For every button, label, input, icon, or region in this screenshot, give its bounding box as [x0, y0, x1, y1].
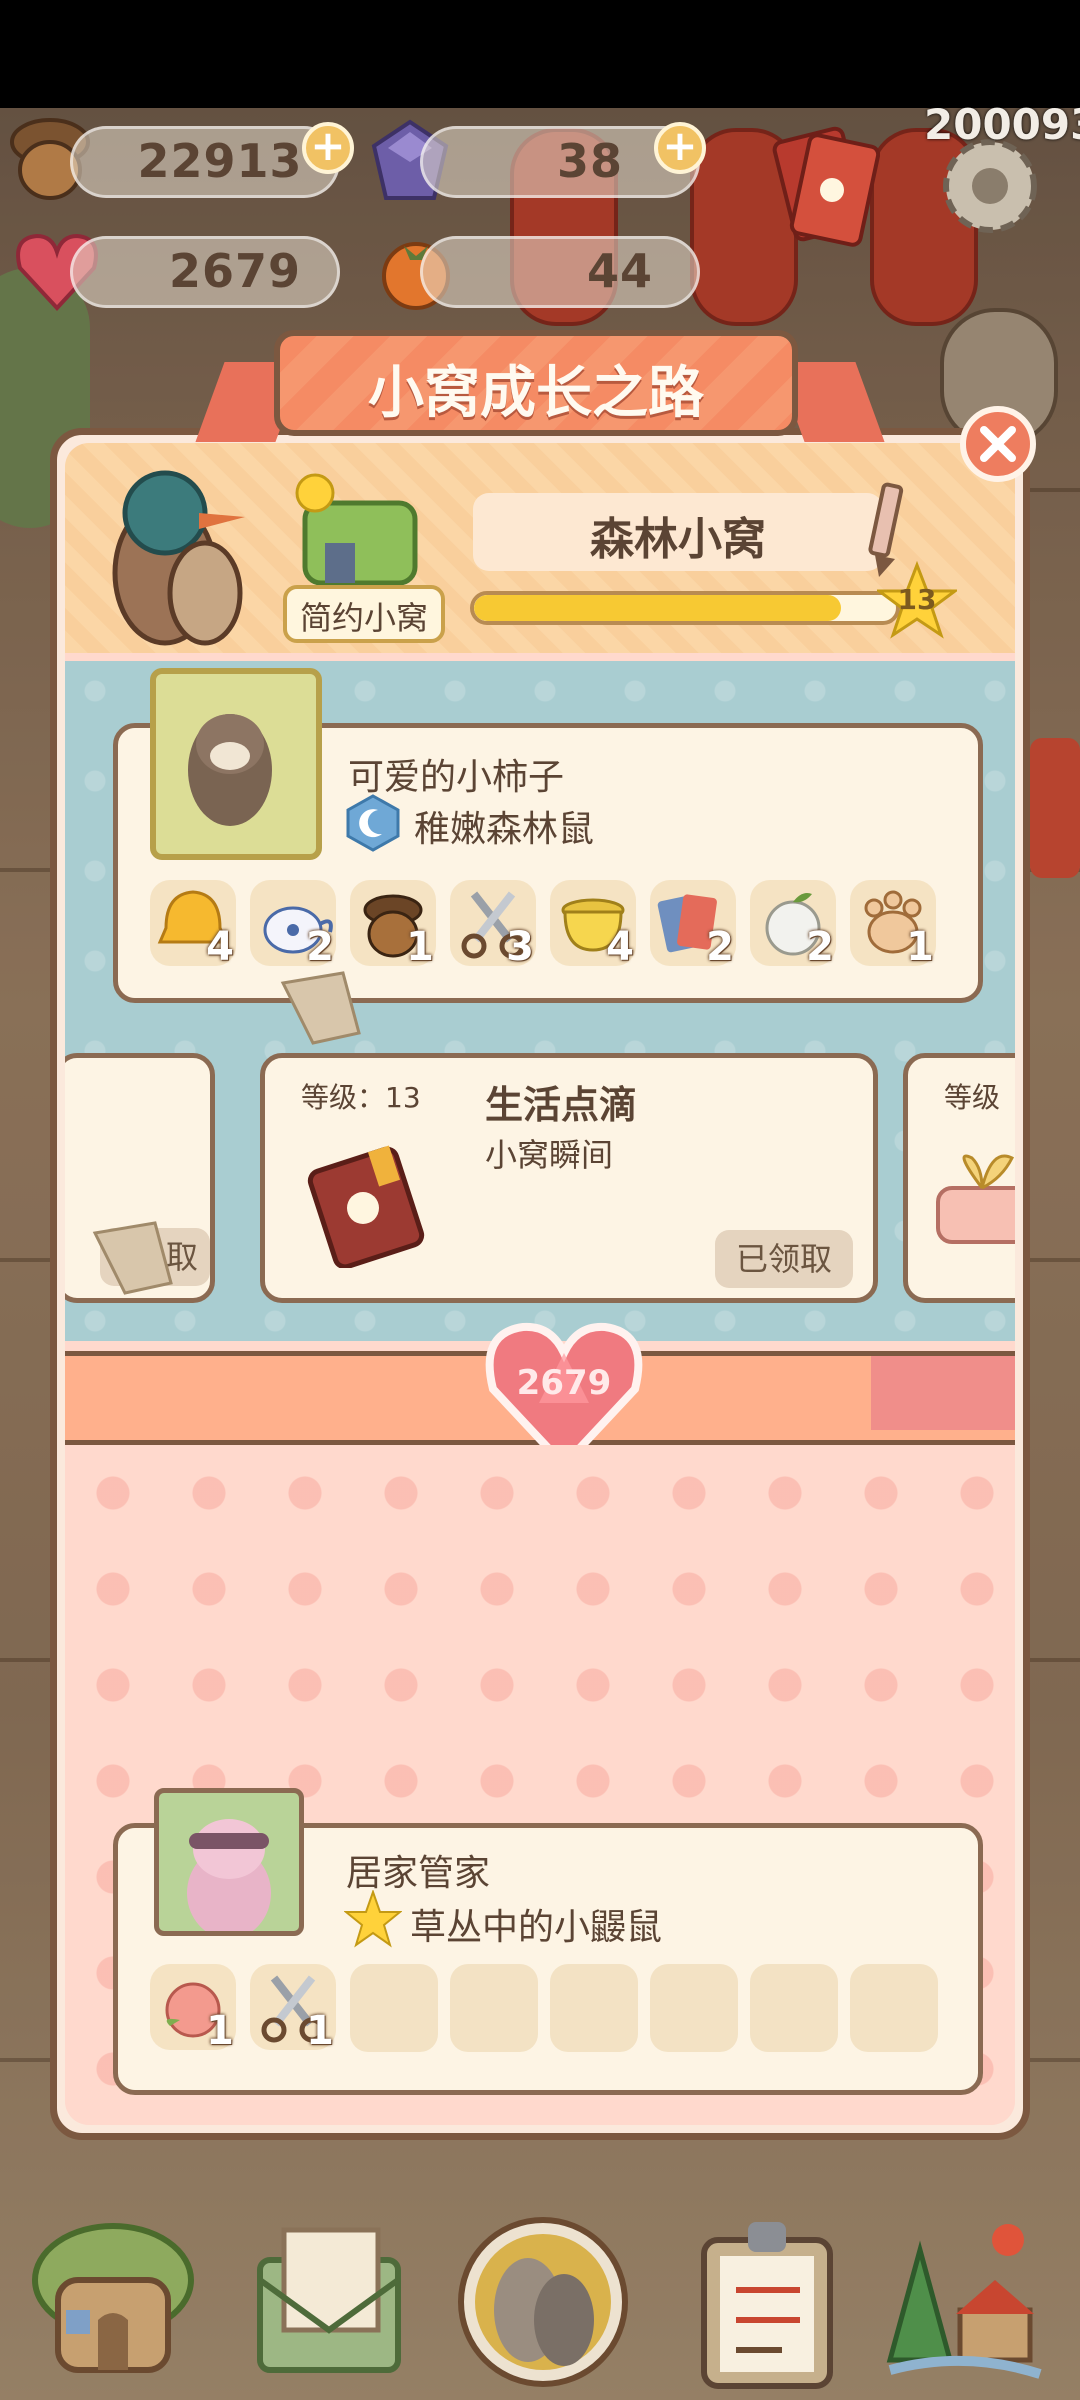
- butler-role: 居家管家: [346, 1853, 491, 1894]
- empty-item-slot: [750, 1964, 838, 2052]
- add-acorns-button[interactable]: +: [302, 122, 354, 174]
- close-icon: [980, 426, 1016, 462]
- item-count: 3: [506, 924, 534, 970]
- bird-mascot-icon: [95, 453, 255, 653]
- empty-item-slot: [850, 1964, 938, 2052]
- add-gems-button[interactable]: +: [654, 122, 706, 174]
- heart-count: 2679: [168, 244, 302, 298]
- friends-circle-icon: [458, 2217, 628, 2387]
- character-rank: 稚嫩森林鼠: [414, 809, 595, 850]
- mole-portrait-icon: [187, 1819, 271, 1939]
- item-slot[interactable]: 1: [250, 1964, 336, 2054]
- paper-tab-icon: [85, 1213, 175, 1303]
- player-id-label: 200093: [924, 100, 1080, 149]
- empty-item-slot: [350, 1964, 438, 2052]
- item-count: 1: [906, 924, 934, 970]
- item-slot[interactable]: 2: [650, 880, 736, 970]
- nav-characters-button[interactable]: [458, 2210, 628, 2390]
- close-button[interactable]: [960, 406, 1036, 482]
- item-slot[interactable]: 2: [750, 880, 836, 970]
- portrait-frame: [150, 668, 322, 860]
- item-slot[interactable]: 1: [350, 880, 436, 970]
- item-slot[interactable]: 4: [150, 880, 236, 970]
- level-card-next[interactable]: 等级: [903, 1053, 1015, 1303]
- clipboard-icon: [701, 2222, 833, 2389]
- gem-count: 38: [556, 134, 623, 188]
- character-name: 可爱的小柿子: [348, 757, 565, 798]
- growth-progress-track: [470, 591, 900, 625]
- nest-style-label: 简约小窝: [283, 585, 445, 643]
- item-count: 1: [306, 2008, 334, 2054]
- item-count: 4: [206, 924, 234, 970]
- mole-portrait: [154, 1788, 304, 1939]
- nav-home-button[interactable]: [28, 2210, 198, 2390]
- heart-band-end: [871, 1356, 1015, 1430]
- growth-progress-fill: [474, 595, 842, 621]
- letter-icon: [257, 2227, 401, 2373]
- item-slot[interactable]: 2: [250, 880, 336, 970]
- item-count: 2: [706, 924, 734, 970]
- house-thumbnail-icon: [285, 473, 435, 593]
- reward-title: 生活点滴: [485, 1083, 638, 1127]
- card-pack-icon[interactable]: [770, 120, 881, 250]
- butler-card: 居家管家 草丛中的小鼹鼠 1 1: [113, 1788, 983, 2095]
- reward-subtitle: 小窝瞬间: [485, 1136, 614, 1174]
- level-label: 等级：13: [301, 1081, 421, 1114]
- paper-tab-icon: [273, 963, 363, 1053]
- character-card: 可爱的小柿子 稚嫩森林鼠 42134221: [113, 668, 983, 1003]
- nav-mail-button[interactable]: [244, 2210, 414, 2390]
- nav-map-button[interactable]: [880, 2210, 1050, 2390]
- rank-moon-icon: [344, 794, 402, 852]
- item-count: 2: [806, 924, 834, 970]
- house-icon: [32, 2223, 194, 2373]
- item-count: 4: [606, 924, 634, 970]
- acorn-count: 22913: [137, 134, 303, 188]
- level-card-current[interactable]: 等级：13 生活点滴 小窝瞬间 已领取: [260, 1053, 878, 1303]
- claimed-button[interactable]: 已领取: [715, 1230, 853, 1288]
- empty-item-slot: [450, 1964, 538, 2052]
- persimmon-count: 44: [586, 244, 653, 298]
- panel-background: 简约小窝 森林小窝 13 可爱的小柿子 稚嫩森林鼠 42134221 取 等级：…: [65, 443, 1015, 2125]
- otter-portrait-icon: [188, 714, 272, 826]
- butler-star-icon: [343, 1888, 403, 1948]
- item-slot[interactable]: 1: [150, 1964, 236, 2054]
- gift-box-icon: [932, 1138, 1015, 1248]
- empty-item-slot: [550, 1964, 638, 2052]
- item-count: 1: [406, 924, 434, 970]
- map-trees-icon: [886, 2224, 1042, 2379]
- nest-growth-panel: 简约小窝 森林小窝 13 可爱的小柿子 稚嫩森林鼠 42134221 取 等级：…: [50, 428, 1030, 2140]
- item-slot[interactable]: 1: [850, 880, 936, 970]
- panel-title: 小窝成长之路: [368, 361, 704, 426]
- next-level-label: 等级: [944, 1081, 1001, 1114]
- nest-name: 森林小窝: [590, 514, 766, 565]
- butler-name: 草丛中的小鼹鼠: [410, 1907, 663, 1948]
- item-slot[interactable]: 4: [550, 880, 636, 970]
- item-slot[interactable]: 3: [450, 880, 536, 970]
- empty-item-slot: [650, 1964, 738, 2052]
- photo-album-icon: [301, 1138, 431, 1270]
- nav-tasks-button[interactable]: [682, 2210, 852, 2390]
- heart-total-number: 2679: [516, 1363, 612, 1403]
- level-badge-number: 13: [897, 583, 937, 616]
- item-count: 1: [206, 2008, 234, 2054]
